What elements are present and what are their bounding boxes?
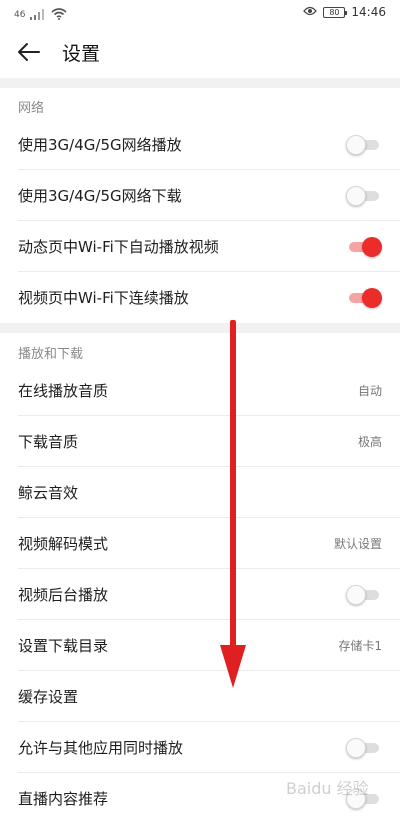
toggle-switch[interactable] <box>346 788 382 809</box>
toggle-switch[interactable] <box>346 737 382 758</box>
row-label: 视频解码模式 <box>18 535 109 553</box>
row-value: 默认设置 <box>333 537 382 551</box>
page-title: 设置 <box>62 42 101 65</box>
section-header-playback: 播放和下载 <box>18 347 84 362</box>
toggle-switch[interactable] <box>346 236 382 257</box>
section-header-network: 网络 <box>18 101 45 116</box>
toggle-switch[interactable] <box>346 134 382 155</box>
settings-row[interactable]: 下载音质 极高 <box>0 416 400 467</box>
settings-row[interactable]: 动态页中Wi-Fi下自动播放视频 <box>0 221 400 272</box>
settings-row[interactable]: 直播内容推荐 <box>0 773 400 816</box>
row-label: 使用3G/4G/5G网络播放 <box>18 136 182 154</box>
section-divider <box>0 323 400 333</box>
row-value: 自动 <box>357 384 382 398</box>
row-label: 直播内容推荐 <box>18 790 109 808</box>
settings-row[interactable]: 在线播放音质 自动 <box>0 365 400 416</box>
toggle-switch[interactable] <box>346 185 382 206</box>
network-type-text: 46 <box>14 9 26 20</box>
toggle-switch[interactable] <box>346 287 382 308</box>
row-label: 视频页中Wi-Fi下连续播放 <box>18 289 189 307</box>
row-value: 极高 <box>357 435 382 449</box>
eye-comfort-icon <box>303 5 318 19</box>
wifi-icon <box>51 5 67 24</box>
section-divider <box>0 78 400 88</box>
settings-row[interactable]: 允许与其他应用同时播放 <box>0 722 400 773</box>
row-label: 下载音质 <box>18 433 79 451</box>
status-bar: 46 80 14:46 <box>0 0 400 26</box>
cell-signal-icon <box>30 5 46 24</box>
battery-level: 80 <box>329 7 340 17</box>
back-arrow-icon[interactable] <box>16 39 42 65</box>
settings-row[interactable]: 使用3G/4G/5G网络播放 <box>0 119 400 170</box>
row-label: 动态页中Wi-Fi下自动播放视频 <box>18 238 219 256</box>
settings-row[interactable]: 视频页中Wi-Fi下连续播放 <box>0 272 400 323</box>
row-label: 允许与其他应用同时播放 <box>18 739 184 757</box>
row-label: 鲸云音效 <box>18 484 79 502</box>
app-bar: 设置 <box>0 26 400 78</box>
settings-row[interactable]: 缓存设置 <box>0 671 400 722</box>
row-label: 视频后台播放 <box>18 586 109 604</box>
settings-row[interactable]: 视频解码模式 默认设置 <box>0 518 400 569</box>
row-label: 缓存设置 <box>18 688 79 706</box>
row-value: 存储卡1 <box>338 639 382 653</box>
settings-row[interactable]: 视频后台播放 <box>0 569 400 620</box>
settings-row[interactable]: 使用3G/4G/5G网络下载 <box>0 170 400 221</box>
row-label: 在线播放音质 <box>18 382 109 400</box>
clock-time: 14:46 <box>351 5 386 19</box>
battery-icon: 80 <box>323 6 348 18</box>
settings-row[interactable]: 设置下载目录 存储卡1 <box>0 620 400 671</box>
settings-row[interactable]: 鲸云音效 <box>0 467 400 518</box>
toggle-switch[interactable] <box>346 584 382 605</box>
row-label: 设置下载目录 <box>18 637 109 655</box>
row-label: 使用3G/4G/5G网络下载 <box>18 187 182 205</box>
